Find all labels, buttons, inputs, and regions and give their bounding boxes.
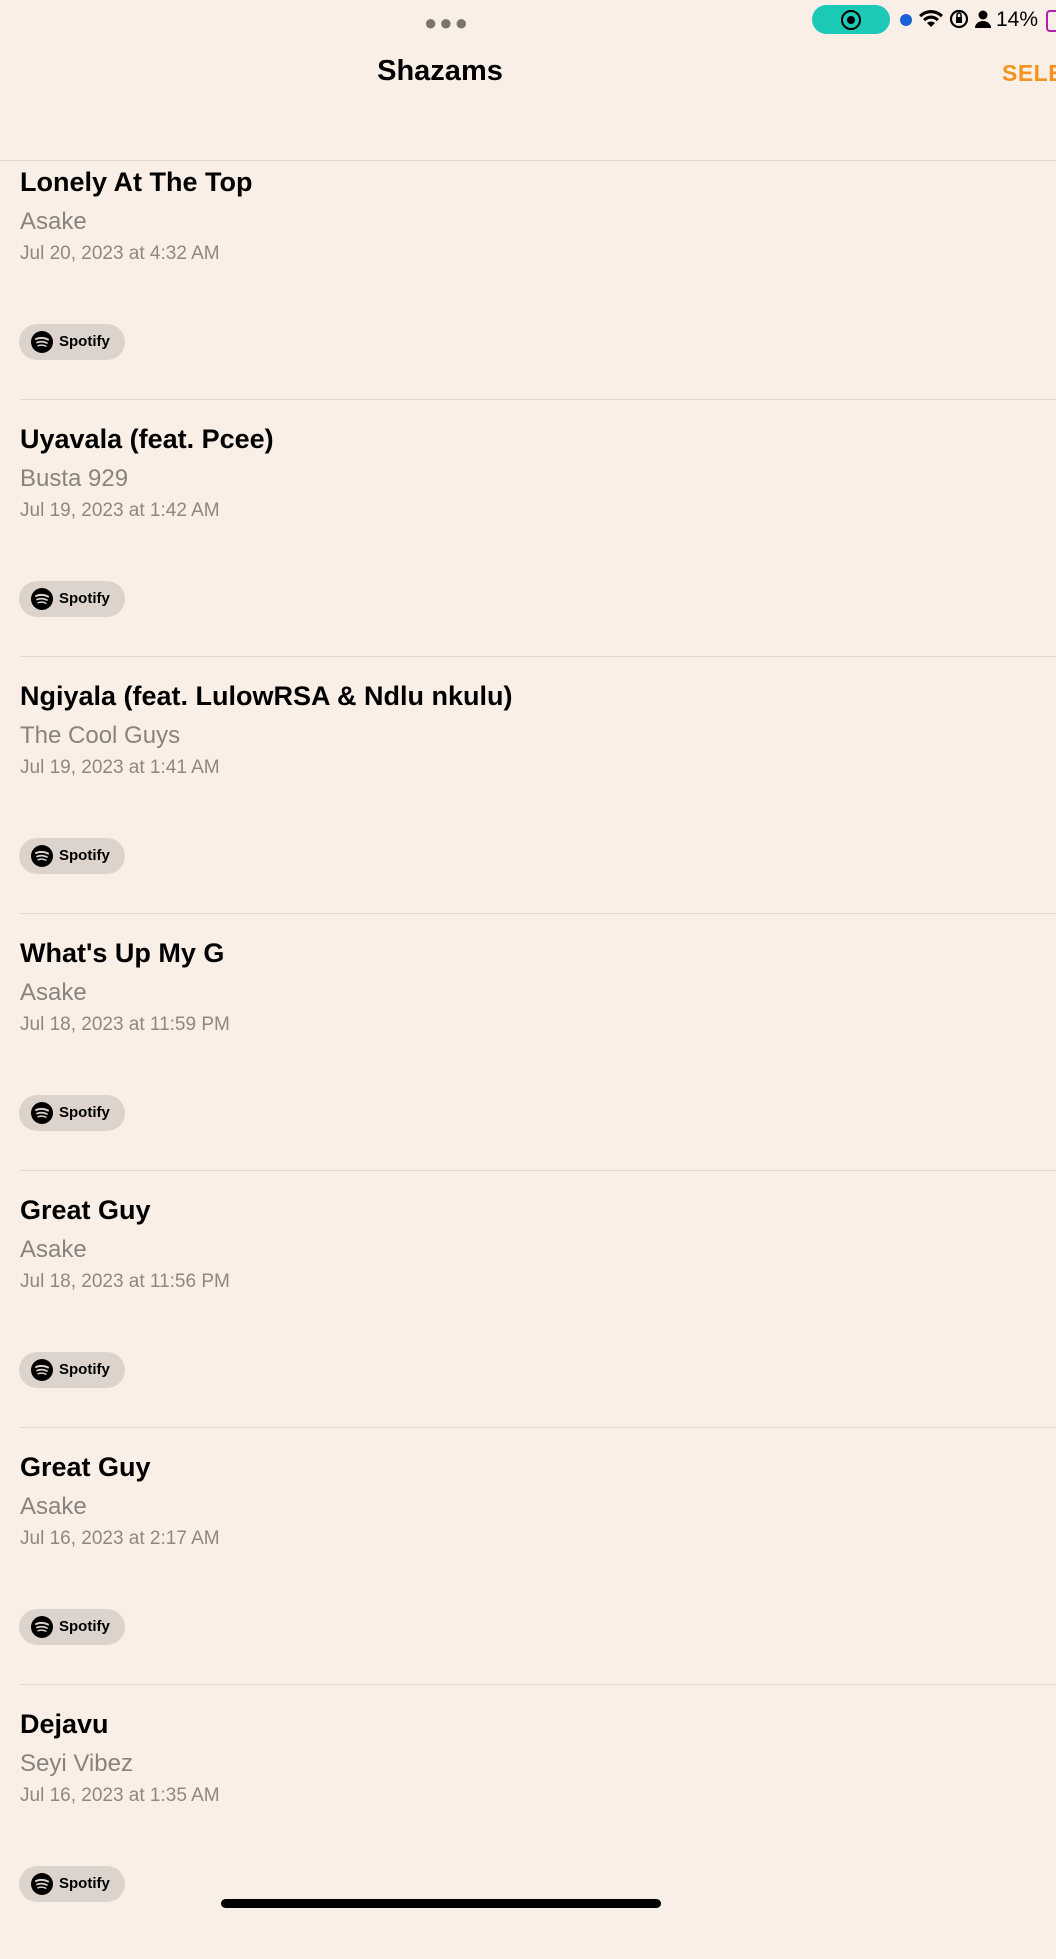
more-dots-icon[interactable]: ●●● [424, 10, 470, 36]
list-item[interactable]: Ngiyala (feat. LulowRSA & Ndlu nkulu) Th… [0, 674, 1056, 931]
list-item[interactable]: Great Guy Asake Jul 18, 2023 at 11:56 PM… [0, 1188, 1056, 1445]
wifi-icon [919, 10, 943, 27]
spotify-label: Spotify [59, 1618, 110, 1635]
spotify-label: Spotify [59, 847, 110, 864]
spotify-icon [31, 1873, 53, 1895]
artist-name: Asake [20, 208, 87, 235]
shazam-date: Jul 16, 2023 at 2:17 AM [20, 1528, 220, 1549]
shazam-date: Jul 19, 2023 at 1:42 AM [20, 500, 220, 521]
page-title: Shazams [377, 55, 503, 87]
song-title: What's Up My G [20, 938, 225, 968]
status-bar: ●●● 14% [0, 0, 1056, 40]
select-button[interactable]: SELE [1002, 60, 1056, 87]
artist-name: Asake [20, 979, 87, 1006]
spotify-button[interactable]: Spotify [19, 1095, 125, 1131]
spotify-label: Spotify [59, 1875, 110, 1892]
screen-record-icon [841, 10, 861, 30]
divider [20, 913, 1056, 914]
spotify-label: Spotify [59, 590, 110, 607]
battery-icon [1046, 10, 1056, 32]
list-item[interactable]: Great Guy Asake Jul 16, 2023 at 2:17 AM … [0, 1445, 1056, 1702]
artist-name: Asake [20, 1493, 87, 1520]
shazam-date: Jul 16, 2023 at 1:35 AM [20, 1785, 220, 1806]
artist-name: Seyi Vibez [20, 1750, 133, 1777]
divider [20, 399, 1056, 400]
list-item[interactable]: What's Up My G Asake Jul 18, 2023 at 11:… [0, 931, 1056, 1188]
divider [20, 1684, 1056, 1685]
artist-name: Asake [20, 1236, 87, 1263]
battery-percent: 14% [996, 8, 1039, 31]
spotify-label: Spotify [59, 1361, 110, 1378]
spotify-icon [31, 588, 53, 610]
home-indicator[interactable] [221, 1899, 661, 1908]
spotify-button[interactable]: Spotify [19, 324, 125, 360]
divider [20, 1427, 1056, 1428]
spotify-icon [31, 331, 53, 353]
divider [20, 1170, 1056, 1171]
shazam-date: Jul 20, 2023 at 4:32 AM [20, 243, 220, 264]
spotify-button[interactable]: Spotify [19, 1609, 125, 1645]
rotation-lock-icon [949, 9, 969, 29]
list-item[interactable]: Lonely At The Top Asake Jul 20, 2023 at … [0, 160, 1056, 417]
shazam-date: Jul 19, 2023 at 1:41 AM [20, 757, 220, 778]
screen-record-indicator[interactable] [812, 5, 890, 34]
person-icon [975, 10, 991, 28]
spotify-icon [31, 1102, 53, 1124]
spotify-label: Spotify [59, 333, 110, 350]
song-title: Great Guy [20, 1195, 151, 1225]
spotify-button[interactable]: Spotify [19, 581, 125, 617]
divider [20, 656, 1056, 657]
list-item[interactable]: Dejavu Seyi Vibez Jul 16, 2023 at 1:35 A… [0, 1702, 1056, 1959]
song-title: Uyavala (feat. Pcee) [20, 424, 274, 454]
song-title: Lonely At The Top [20, 167, 253, 197]
artist-name: The Cool Guys [20, 722, 181, 749]
spotify-button[interactable]: Spotify [19, 1352, 125, 1388]
song-title: Great Guy [20, 1452, 151, 1482]
shazam-date: Jul 18, 2023 at 11:59 PM [20, 1014, 230, 1035]
spotify-label: Spotify [59, 1104, 110, 1121]
song-title: Ngiyala (feat. LulowRSA & Ndlu nkulu) [20, 681, 513, 711]
spotify-icon [31, 1616, 53, 1638]
spotify-button[interactable]: Spotify [19, 838, 125, 874]
spotify-icon [31, 1359, 53, 1381]
spotify-button[interactable]: Spotify [19, 1866, 125, 1902]
list-item[interactable]: Uyavala (feat. Pcee) Busta 929 Jul 19, 2… [0, 417, 1056, 674]
artist-name: Busta 929 [20, 465, 129, 492]
song-title: Dejavu [20, 1709, 109, 1739]
mic-indicator-icon [900, 14, 912, 26]
spotify-icon [31, 845, 53, 867]
shazam-date: Jul 18, 2023 at 11:56 PM [20, 1271, 230, 1292]
